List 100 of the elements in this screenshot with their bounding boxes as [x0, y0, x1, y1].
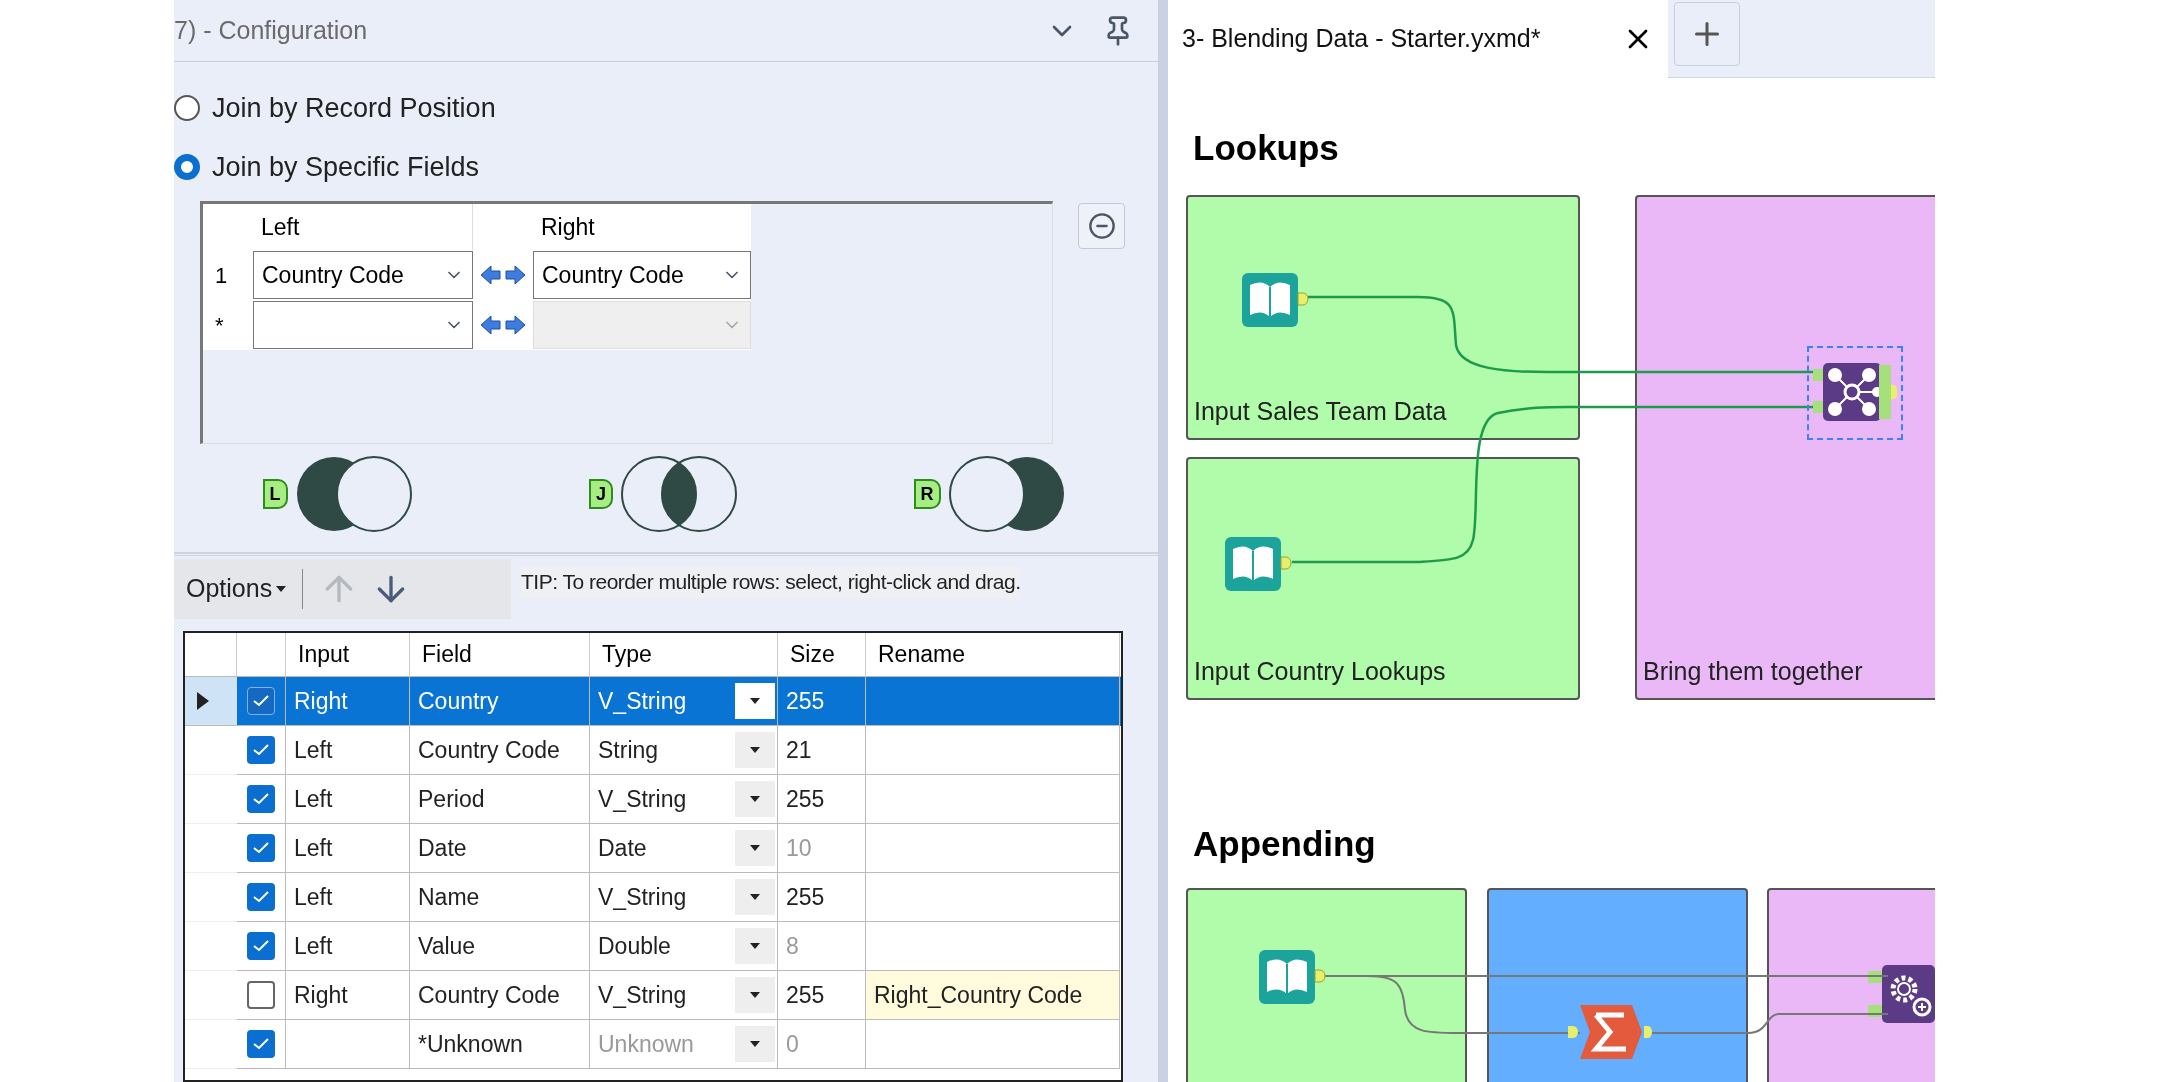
radio-label[interactable]: Join by Record Position [212, 88, 496, 129]
dropdown-button[interactable] [735, 928, 775, 964]
venn-diagram-icon [621, 454, 737, 534]
caret-icon [750, 943, 760, 949]
gear-icon[interactable] [1868, 965, 1935, 1023]
table-cell-text: 21 [786, 735, 812, 765]
radio-button[interactable] [174, 153, 200, 180]
panel-title: 7) - Configuration [174, 14, 368, 46]
tip-text: TIP: To reorder multiple rows: select, right-click and drag. [521, 566, 1021, 598]
check-icon [253, 891, 269, 903]
table-cell-text: Country Code [418, 980, 560, 1010]
table-cell-text: V_String [598, 686, 687, 716]
radio-label[interactable]: Join by Specific Fields [212, 146, 480, 187]
column-header: Field [410, 633, 590, 676]
column-header: Left [253, 204, 473, 250]
caret-icon [750, 796, 760, 802]
minus-circle-icon [1087, 212, 1116, 240]
swap-arrows-icon [479, 313, 527, 337]
tool-container[interactable] [1487, 888, 1748, 1082]
book-icon[interactable] [1259, 948, 1327, 1004]
checkbox[interactable] [247, 883, 275, 911]
table-cell-text: 0 [786, 1029, 799, 1059]
radio-button[interactable] [174, 95, 200, 122]
tool-container[interactable]: Input Sales Team Data [1186, 195, 1580, 440]
dropdown-button[interactable] [735, 977, 775, 1013]
checkbox[interactable] [247, 687, 275, 715]
caret-icon [750, 747, 760, 753]
table-cell-text: 255 [786, 980, 825, 1010]
table-cell-text: Left [294, 784, 333, 814]
output-anchor-tag[interactable]: J [589, 479, 613, 509]
caret-icon [750, 894, 760, 900]
table-row[interactable]: Left Name V_String 255 [185, 873, 1121, 922]
tool-container[interactable]: Bring them together [1635, 195, 1935, 700]
new-tab-button[interactable] [1674, 2, 1740, 66]
column-header: Right [533, 204, 751, 250]
table-row[interactable]: Left Period V_String 255 [185, 775, 1121, 824]
column-header: Input [286, 633, 410, 676]
dropdown-button[interactable] [735, 1026, 775, 1062]
column-header: Rename [866, 633, 1120, 676]
section-heading: Appending [1193, 823, 1376, 865]
checkbox[interactable] [247, 834, 275, 862]
container-label: Input Country Lookups [1194, 655, 1446, 687]
table-cell-text: V_String [598, 784, 687, 814]
table-row[interactable]: Left Date Date 10 [185, 824, 1121, 873]
dropdown-button[interactable] [735, 781, 775, 817]
options-menu-button[interactable]: Options [186, 570, 287, 608]
column-header: Type [590, 633, 778, 676]
table-cell-text: Right [294, 686, 348, 716]
dropdown-button[interactable] [735, 683, 775, 719]
table-cell-text: V_String [598, 980, 687, 1010]
table-cell-text: Date [598, 833, 647, 863]
row-number: 1 [214, 261, 229, 290]
tool-container[interactable] [1186, 888, 1467, 1082]
table-row[interactable]: Left Value Double 8 [185, 922, 1121, 971]
checkbox[interactable] [247, 736, 275, 764]
table-row[interactable]: Right Country V_String 255 [185, 677, 1121, 726]
table-cell-text: *Unknown [418, 1029, 523, 1059]
caret-icon [750, 845, 760, 851]
section-heading: Lookups [1193, 127, 1339, 169]
table-cell-text: Date [418, 833, 467, 863]
table-cell-text: Value [418, 931, 476, 961]
dropdown-button[interactable] [735, 732, 775, 768]
table-row[interactable]: Right Country Code V_String 255 Right_Country Code [185, 971, 1121, 1020]
table-row[interactable]: Left Country Code String 21 [185, 726, 1121, 775]
tool-container[interactable]: Input Country Lookups [1186, 457, 1580, 700]
book-icon[interactable] [1242, 271, 1310, 327]
table-cell-text: Left [294, 931, 333, 961]
table-cell-text: Unknown [598, 1029, 694, 1059]
table-cell-text: V_String [598, 882, 687, 912]
output-anchor-tag[interactable]: R [913, 479, 941, 509]
table-cell-text: Right [294, 980, 348, 1010]
check-icon [253, 1038, 269, 1050]
output-anchor-tag[interactable]: L [262, 479, 288, 509]
remove-button[interactable] [1078, 203, 1125, 249]
table-cell-text: Right_Country Code [874, 980, 1083, 1010]
table-cell-text: String [598, 735, 659, 765]
table-cell-text: 10 [786, 833, 812, 863]
dropdown-field[interactable]: Country Code [533, 251, 751, 299]
dropdown-field[interactable]: Country Code [253, 251, 473, 299]
table-cell-text: 8 [786, 931, 799, 961]
checkbox[interactable] [247, 932, 275, 960]
dropdown-button[interactable] [735, 879, 775, 915]
check-icon [253, 793, 269, 805]
book-icon[interactable] [1225, 535, 1293, 591]
row-number: * [214, 311, 225, 340]
caret-icon [750, 698, 760, 704]
swap-arrows-icon [479, 263, 527, 287]
column-header: Size [778, 633, 866, 676]
check-icon [253, 744, 269, 756]
dropdown-field[interactable] [253, 301, 473, 349]
table-row[interactable]: *Unknown Unknown 0 [185, 1020, 1121, 1069]
checkbox[interactable] [247, 981, 275, 1009]
checkbox[interactable] [247, 785, 275, 813]
table-cell-text: 255 [786, 686, 825, 716]
checkbox[interactable] [247, 1030, 275, 1058]
dropdown-button[interactable] [735, 830, 775, 866]
caret-icon [276, 586, 287, 592]
table-cell-text: Country [418, 686, 499, 716]
check-icon [253, 940, 269, 952]
caret-icon [750, 1041, 760, 1047]
